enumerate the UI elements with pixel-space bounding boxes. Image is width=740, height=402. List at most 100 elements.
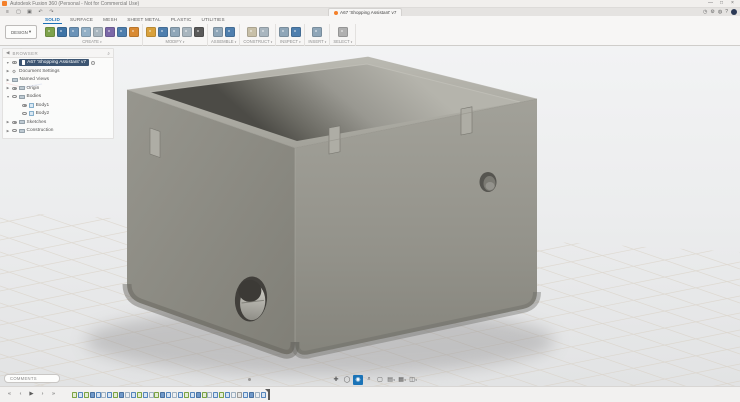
browser-row[interactable]: ▶ Origin	[3, 84, 113, 93]
timeline-feature[interactable]	[178, 392, 183, 398]
timeline-feature[interactable]	[196, 392, 201, 398]
nav-tool-button[interactable]: ◫ ▾	[408, 375, 418, 385]
browser-row[interactable]: ▼ Bodies	[3, 93, 113, 102]
avatar[interactable]	[731, 9, 737, 15]
workspace-switcher[interactable]: DESIGN ▾	[5, 25, 37, 39]
timeline-feature[interactable]	[90, 392, 95, 398]
viewport-canvas[interactable]: ◀ BROWSER ⌕ ▼ A67 'Shopping Assistant' v…	[0, 46, 740, 402]
collapse-panel-icon[interactable]: ◀	[6, 50, 10, 56]
timeline-feature[interactable]	[219, 392, 224, 398]
timeline-feature[interactable]	[255, 392, 260, 398]
timeline-feature[interactable]	[101, 392, 106, 398]
timeline-feature[interactable]	[131, 392, 136, 398]
timeline-feature[interactable]	[137, 392, 142, 398]
tool-icon[interactable]	[312, 27, 322, 37]
playback-button[interactable]: ›	[38, 390, 47, 399]
qat-button[interactable]: ▢	[14, 8, 23, 16]
timeline-feature[interactable]	[225, 392, 230, 398]
timeline-feature[interactable]	[261, 392, 266, 398]
ribbon-tab[interactable]: SHEET METAL	[122, 16, 166, 24]
ribbon-tab[interactable]: SURFACE	[65, 16, 98, 24]
account-button[interactable]: ⚙	[710, 8, 714, 16]
account-button[interactable]: ◷	[703, 8, 707, 16]
nav-tool-button[interactable]: ◯	[342, 375, 352, 385]
timeline-feature[interactable]	[243, 392, 248, 398]
playback-button[interactable]: »	[49, 390, 58, 399]
visibility-eye-icon[interactable]	[22, 104, 27, 107]
timeline-feature[interactable]	[149, 392, 154, 398]
timeline-feature[interactable]	[84, 392, 89, 398]
expand-arrow-icon[interactable]: ▶	[6, 129, 10, 133]
tool-icon[interactable]	[57, 27, 67, 37]
nav-tool-button[interactable]: ✚	[331, 375, 341, 385]
ribbon-tab[interactable]: UTILITIES	[196, 16, 229, 24]
browser-row[interactable]: ▶ Construction	[3, 127, 113, 136]
expand-arrow-icon[interactable]: ▼	[6, 61, 10, 65]
tool-icon[interactable]	[213, 27, 223, 37]
nav-tool-button[interactable]: ◉	[353, 375, 363, 385]
nav-tool-button[interactable]: ▦ ▾	[397, 375, 407, 385]
timeline-feature[interactable]	[202, 392, 207, 398]
nav-tool-button[interactable]: ▢	[375, 375, 385, 385]
browser-row[interactable]: ▶ ⚙ Document Settings	[3, 67, 113, 76]
timeline-position-marker[interactable]	[268, 389, 270, 400]
timeline-feature[interactable]	[190, 392, 195, 398]
tool-icon[interactable]	[259, 27, 269, 37]
playback-button[interactable]: «	[5, 390, 14, 399]
browser-row[interactable]: Body1	[3, 101, 113, 110]
nav-tool-button[interactable]: ⌕	[364, 375, 374, 385]
timeline-feature[interactable]	[160, 392, 165, 398]
browser-row[interactable]: ▶ Named Views	[3, 76, 113, 85]
browser-root-row[interactable]: ▼ A67 'Shopping Assistant' v7	[3, 58, 113, 67]
tool-icon[interactable]	[69, 27, 79, 37]
timeline-feature[interactable]	[78, 392, 83, 398]
timeline-feature[interactable]	[154, 392, 159, 398]
expand-arrow-icon[interactable]: ▶	[6, 78, 10, 82]
activate-component-radio[interactable]	[91, 61, 95, 65]
tool-icon[interactable]	[117, 27, 127, 37]
playback-button[interactable]: ‹	[16, 390, 25, 399]
timeline-feature[interactable]	[166, 392, 171, 398]
browser-row[interactable]: Body2	[3, 110, 113, 119]
splitter-handle[interactable]	[248, 378, 251, 381]
visibility-eye-icon[interactable]	[12, 61, 17, 64]
tool-icon[interactable]	[158, 27, 168, 37]
timeline-feature[interactable]	[207, 392, 212, 398]
timeline-feature[interactable]	[143, 392, 148, 398]
timeline-feature[interactable]	[237, 392, 242, 398]
tool-icon[interactable]	[194, 27, 204, 37]
tool-icon[interactable]	[170, 27, 180, 37]
ribbon-tab[interactable]: PLASTIC	[166, 16, 197, 24]
document-tab[interactable]: A67 'Shopping Assistant' v7	[328, 8, 402, 16]
tool-icon[interactable]	[93, 27, 103, 37]
timeline-feature[interactable]	[184, 392, 189, 398]
visibility-eye-icon[interactable]	[12, 121, 17, 124]
timeline-feature[interactable]	[213, 392, 218, 398]
timeline-feature[interactable]	[172, 392, 177, 398]
qat-button[interactable]: ≡	[3, 8, 12, 16]
tool-icon[interactable]	[105, 27, 115, 37]
tool-icon[interactable]	[225, 27, 235, 37]
window-control-button[interactable]: ×	[727, 0, 738, 7]
expand-arrow-icon[interactable]: ▼	[6, 95, 10, 99]
window-control-button[interactable]: —	[705, 0, 716, 7]
ribbon-tab[interactable]: SOLID	[40, 16, 65, 24]
visibility-eye-icon[interactable]	[12, 95, 17, 98]
nav-tool-button[interactable]: ▤ ▾	[386, 375, 396, 385]
expand-arrow-icon[interactable]: ▶	[6, 69, 10, 73]
expand-arrow-icon[interactable]: ▶	[6, 120, 10, 124]
timeline-feature[interactable]	[107, 392, 112, 398]
comments-button[interactable]: COMMENTS	[4, 374, 60, 383]
playback-button[interactable]: ▶	[27, 390, 36, 399]
qat-button[interactable]: ▣	[25, 8, 34, 16]
timeline-feature[interactable]	[96, 392, 101, 398]
timeline-feature[interactable]	[249, 392, 254, 398]
tool-icon[interactable]	[279, 27, 289, 37]
tool-icon[interactable]	[129, 27, 139, 37]
timeline-feature[interactable]	[119, 392, 124, 398]
qat-button[interactable]: ↶	[36, 8, 45, 16]
search-icon[interactable]: ⌕	[107, 51, 110, 56]
tool-icon[interactable]	[45, 27, 55, 37]
tool-icon[interactable]	[291, 27, 301, 37]
timeline-feature[interactable]	[231, 392, 236, 398]
